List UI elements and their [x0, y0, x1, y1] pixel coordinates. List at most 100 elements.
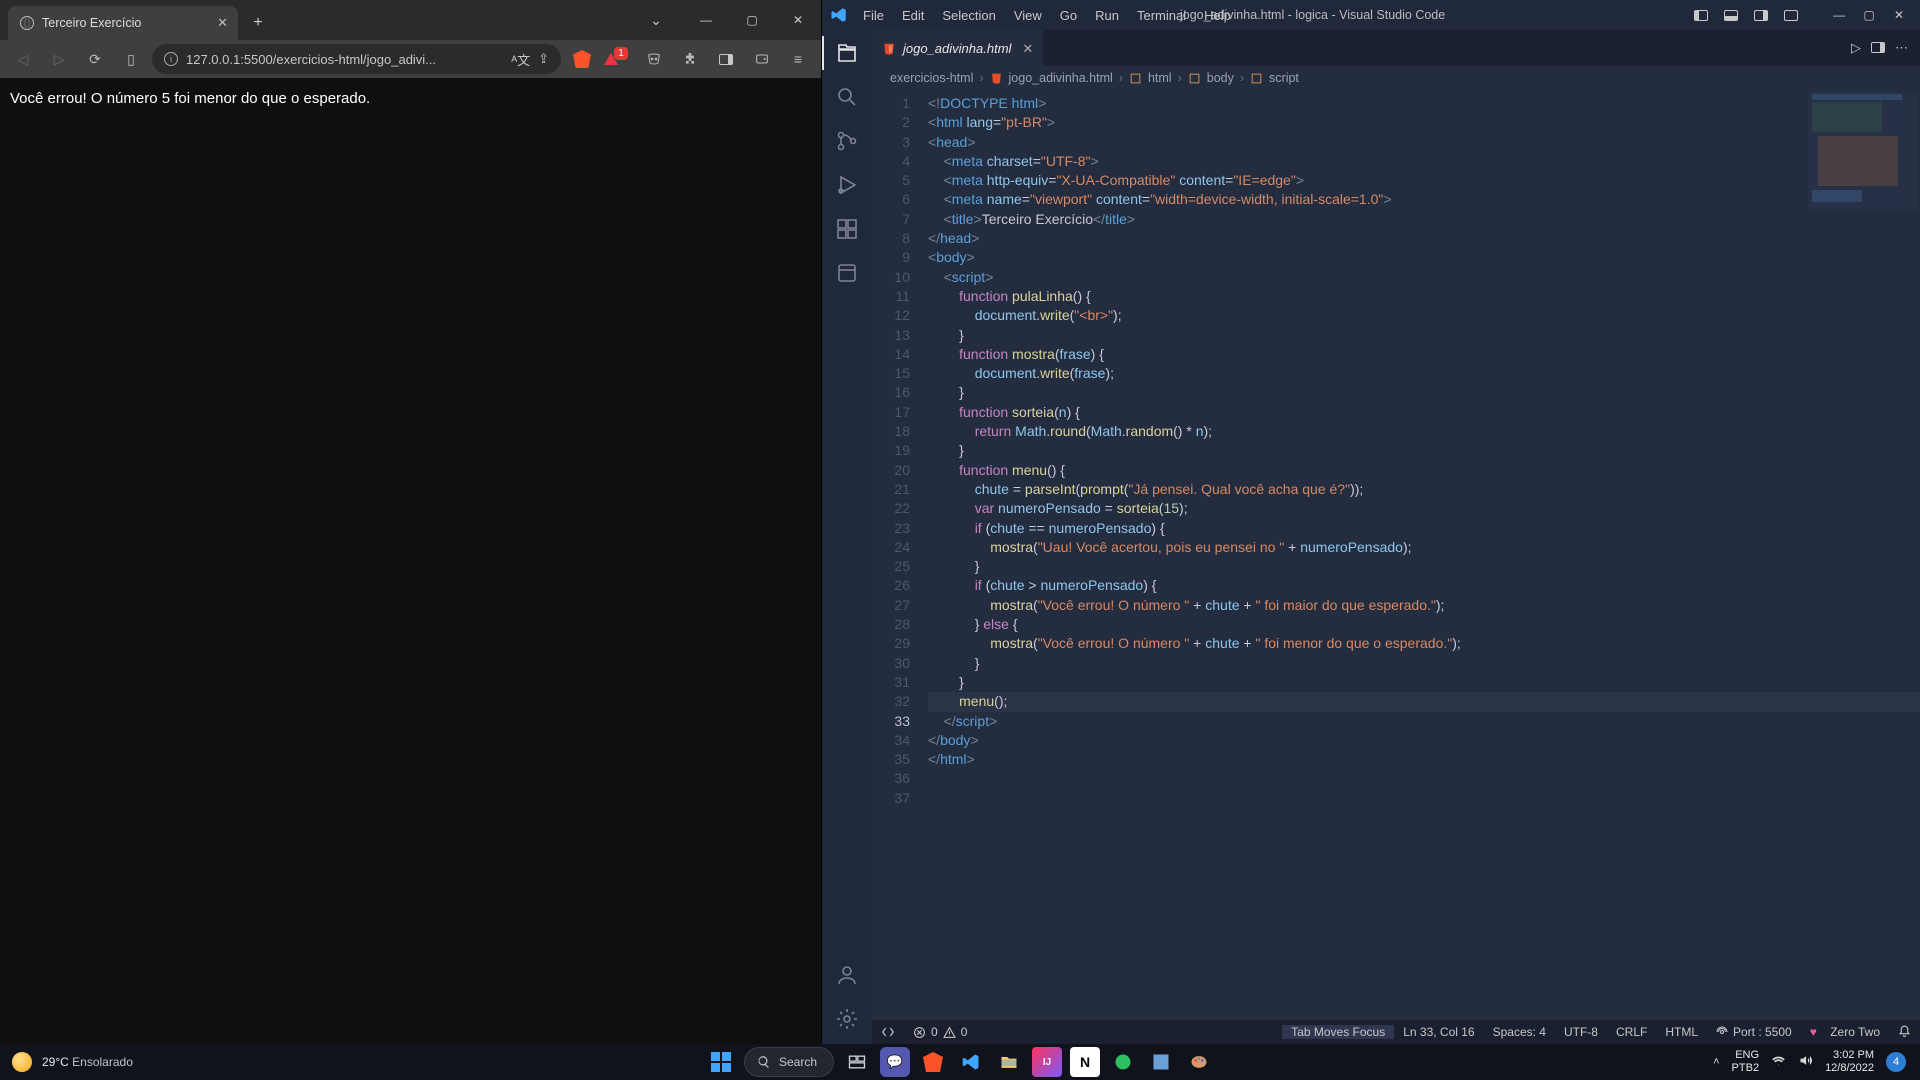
- menu-view[interactable]: View: [1007, 4, 1049, 27]
- tab-moves-focus[interactable]: Tab Moves Focus: [1282, 1025, 1394, 1039]
- remote-icon[interactable]: [872, 1020, 904, 1044]
- reload-button[interactable]: ⟳: [80, 44, 110, 74]
- sun-icon: [12, 1052, 32, 1072]
- menu-go[interactable]: Go: [1053, 4, 1084, 27]
- extensions-icon[interactable]: [675, 44, 705, 74]
- brave-shield-icon[interactable]: [567, 44, 597, 74]
- minimize-button[interactable]: —: [1826, 2, 1852, 28]
- sidepanel-icon[interactable]: [711, 44, 741, 74]
- language[interactable]: HTML: [1656, 1025, 1707, 1039]
- layout-left-icon[interactable]: [1688, 2, 1714, 28]
- html-file-icon: [990, 72, 1003, 85]
- explorer-icon[interactable]: [834, 40, 860, 66]
- share-icon[interactable]: ⇪: [538, 51, 549, 67]
- weather-widget[interactable]: 29°C Ensolarado: [0, 1052, 133, 1072]
- vscode-taskbar-icon[interactable]: [956, 1047, 986, 1077]
- layout-bottom-icon[interactable]: [1718, 2, 1744, 28]
- extensions-icon[interactable]: [834, 216, 860, 242]
- back-button[interactable]: ◁: [8, 44, 38, 74]
- eol[interactable]: CRLF: [1607, 1025, 1656, 1039]
- brave-taskbar-icon[interactable]: [918, 1047, 948, 1077]
- translate-icon[interactable]: ᴬ文: [511, 50, 530, 69]
- code-content[interactable]: <!DOCTYPE html><html lang="pt-BR"><head>…: [928, 90, 1920, 1020]
- bc-body[interactable]: body: [1207, 71, 1234, 85]
- bc-file[interactable]: jogo_adivinha.html: [1009, 71, 1113, 85]
- taskbar-search[interactable]: Search: [744, 1047, 834, 1077]
- evernote-icon[interactable]: [1108, 1047, 1138, 1077]
- account-icon[interactable]: [834, 962, 860, 988]
- notification-badge[interactable]: 4: [1886, 1052, 1906, 1072]
- editor-tab[interactable]: jogo_adivinha.html ✕: [872, 30, 1043, 66]
- teams-icon[interactable]: 💬: [880, 1047, 910, 1077]
- run-icon[interactable]: ▷: [1851, 40, 1861, 56]
- new-tab-button[interactable]: +: [244, 9, 272, 37]
- indent[interactable]: Spaces: 4: [1484, 1025, 1555, 1039]
- more-icon[interactable]: ⋯: [1895, 40, 1908, 56]
- theme[interactable]: ♥ Zero Two: [1801, 1025, 1889, 1039]
- editor-area: jogo_adivinha.html ✕ ▷ ⋯ exercicios-html…: [872, 30, 1920, 1044]
- menu-edit[interactable]: Edit: [895, 4, 931, 27]
- settings-gear-icon[interactable]: [834, 1006, 860, 1032]
- notion-icon[interactable]: N: [1070, 1047, 1100, 1077]
- browser-tabstrip: Terceiro Exercício ✕ + ⌄ — ▢ ✕: [0, 0, 821, 40]
- browser-window-controls: ⌄ — ▢ ✕: [633, 0, 821, 40]
- encoding[interactable]: UTF-8: [1555, 1025, 1607, 1039]
- minimap[interactable]: [1808, 92, 1918, 212]
- language-indicator[interactable]: ENG PTB2: [1732, 1049, 1760, 1075]
- task-view-icon[interactable]: [842, 1047, 872, 1077]
- close-button[interactable]: ✕: [1886, 2, 1912, 28]
- layout-right-icon[interactable]: [1748, 2, 1774, 28]
- bookmark-button[interactable]: ▯: [116, 44, 146, 74]
- globe-icon: [20, 16, 34, 30]
- problems[interactable]: 0 0: [904, 1020, 976, 1044]
- dropdown-icon[interactable]: ⌄: [633, 0, 679, 40]
- site-info-icon[interactable]: i: [164, 52, 178, 66]
- live-server-icon[interactable]: [834, 260, 860, 286]
- menu-run[interactable]: Run: [1088, 4, 1126, 27]
- menu-selection[interactable]: Selection: [935, 4, 1002, 27]
- discord-icon[interactable]: [639, 44, 669, 74]
- window-title: jogo_adivinha.html - logica - Visual Stu…: [1180, 8, 1445, 22]
- clock[interactable]: 3:02 PM 12/8/2022: [1825, 1049, 1874, 1075]
- app-icon[interactable]: [1146, 1047, 1176, 1077]
- tray-overflow-icon[interactable]: ˄: [1713, 1056, 1719, 1068]
- intellij-icon[interactable]: IJ: [1032, 1047, 1062, 1077]
- code-editor[interactable]: 1234567891011121314151617181920212223242…: [872, 90, 1920, 1020]
- address-bar[interactable]: i 127.0.0.1:5500/exercicios-html/jogo_ad…: [152, 44, 561, 74]
- maximize-button[interactable]: ▢: [729, 0, 775, 40]
- taskbar-center: Search 💬 IJ N: [706, 1047, 1214, 1077]
- run-debug-icon[interactable]: [834, 172, 860, 198]
- browser-tab[interactable]: Terceiro Exercício ✕: [8, 6, 238, 40]
- menu-icon[interactable]: ≡: [783, 44, 813, 74]
- bc-script[interactable]: script: [1269, 71, 1299, 85]
- browser-toolbar: ◁ ▷ ⟳ ▯ i 127.0.0.1:5500/exercicios-html…: [0, 40, 821, 78]
- notifications-bell-icon[interactable]: [1889, 1025, 1920, 1038]
- bc-html[interactable]: html: [1148, 71, 1172, 85]
- editor-tabs: jogo_adivinha.html ✕ ▷ ⋯: [872, 30, 1920, 66]
- close-button[interactable]: ✕: [775, 0, 821, 40]
- vscode-window: File Edit Selection View Go Run Terminal…: [822, 0, 1920, 1044]
- cursor-position[interactable]: Ln 33, Col 16: [1394, 1025, 1483, 1039]
- maximize-button[interactable]: ▢: [1856, 2, 1882, 28]
- brave-rewards-icon[interactable]: 1: [603, 44, 633, 74]
- layout-custom-icon[interactable]: [1778, 2, 1804, 28]
- wallet-icon[interactable]: [747, 44, 777, 74]
- menu-file[interactable]: File: [856, 4, 891, 27]
- forward-button[interactable]: ▷: [44, 44, 74, 74]
- split-editor-icon[interactable]: [1871, 41, 1885, 56]
- live-server-port[interactable]: Port : 5500: [1707, 1025, 1801, 1039]
- tab-close-icon[interactable]: ✕: [217, 15, 228, 31]
- start-button[interactable]: [706, 1047, 736, 1077]
- minimize-button[interactable]: —: [683, 0, 729, 40]
- vscode-titlebar: File Edit Selection View Go Run Terminal…: [822, 0, 1920, 30]
- volume-icon[interactable]: [1798, 1053, 1813, 1071]
- bc-folder[interactable]: exercicios-html: [890, 71, 973, 85]
- wifi-icon[interactable]: [1771, 1053, 1786, 1071]
- search-icon[interactable]: [834, 84, 860, 110]
- breadcrumb[interactable]: exercicios-html› jogo_adivinha.html› htm…: [872, 66, 1920, 90]
- paint-icon[interactable]: [1184, 1047, 1214, 1077]
- explorer-taskbar-icon[interactable]: [994, 1047, 1024, 1077]
- source-control-icon[interactable]: [834, 128, 860, 154]
- tab-title: Terceiro Exercício: [42, 16, 141, 30]
- tab-close-icon[interactable]: ✕: [1022, 41, 1033, 57]
